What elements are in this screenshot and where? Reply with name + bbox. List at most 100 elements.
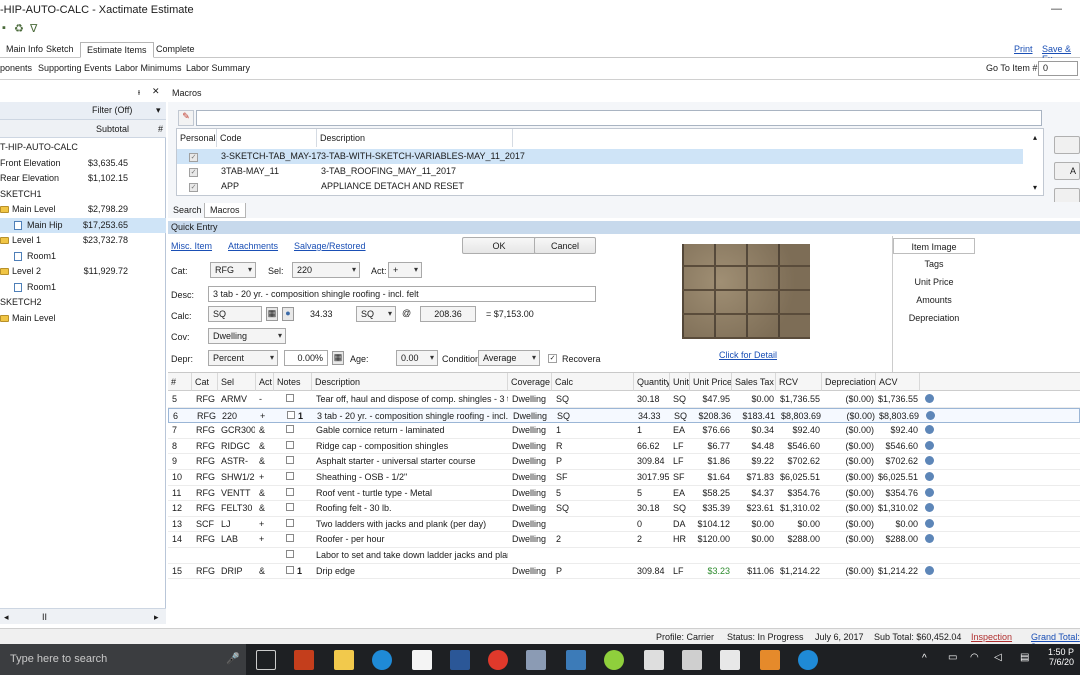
network-icon[interactable]: ▭ (948, 652, 957, 663)
col-code[interactable]: Code (217, 129, 317, 147)
tab-item-image[interactable]: Item Image (893, 238, 975, 254)
unit-price-field[interactable]: 208.36 (420, 306, 476, 322)
macro-side-button[interactable] (1054, 136, 1080, 154)
line-info-icon[interactable] (926, 410, 935, 422)
table-row[interactable]: 10 RFG SHW1/2 + Sheathing - OSB - 1/2" Dwelli… (168, 470, 1080, 486)
tab-search[interactable]: Search (168, 203, 207, 218)
powerpoint-icon[interactable] (294, 650, 314, 670)
taskbar-clock[interactable]: 1:50 P 7/6/20 (1048, 647, 1074, 667)
green-app-icon[interactable] (604, 650, 624, 670)
edge-icon[interactable] (798, 650, 818, 670)
task-view-icon[interactable] (256, 650, 276, 670)
tree-item[interactable]: Main Level (0, 311, 166, 326)
tab-macros[interactable]: Macros (204, 203, 246, 218)
tree-item[interactable]: T-HIP-AUTO-CALC (0, 140, 166, 155)
eraser-icon[interactable]: ✎ (178, 110, 194, 126)
tab-estimate-items[interactable]: Estimate Items (80, 42, 154, 58)
tree-item-selected[interactable]: Main Hip $17,253.65 (0, 218, 166, 233)
attachments-link[interactable]: Attachments (228, 241, 278, 251)
notes-icon[interactable] (286, 456, 294, 466)
xactimate-icon[interactable] (566, 650, 586, 670)
tab-depreciation[interactable]: Depreciation (893, 310, 975, 326)
notes-icon[interactable] (287, 410, 295, 421)
cancel-button[interactable]: Cancel (534, 237, 596, 254)
inspection-link[interactable]: Inspection (971, 632, 1012, 642)
line-info-icon[interactable] (925, 472, 934, 483)
line-info-icon[interactable] (925, 394, 934, 405)
col-coverage[interactable]: Coverage (508, 373, 552, 391)
table-row[interactable]: 9 RFG ASTR- & Asphalt starter - universal st… (168, 454, 1080, 470)
file-explorer-icon[interactable] (334, 650, 354, 670)
tab-unit-price[interactable]: Unit Price (893, 274, 975, 290)
unit-select[interactable]: SQ (356, 306, 396, 322)
scroll-up-icon[interactable]: ▴ (1033, 133, 1037, 142)
table-row[interactable]: Labor to set and take down ladder jacks … (168, 548, 1080, 564)
tab-tags[interactable]: Tags (893, 256, 975, 272)
line-info-icon[interactable] (925, 456, 934, 467)
photos-icon[interactable] (720, 650, 740, 670)
col-unit-price[interactable]: Unit Price (690, 373, 732, 391)
line-info-icon[interactable] (925, 518, 934, 530)
col-description[interactable]: Description (317, 129, 513, 147)
notes-icon[interactable] (286, 503, 294, 513)
col-sel[interactable]: Sel (218, 373, 256, 391)
col-unit[interactable]: Unit (670, 373, 690, 391)
tab-amounts[interactable]: Amounts (893, 292, 975, 308)
notes-icon[interactable] (286, 565, 294, 576)
scroll-down-icon[interactable]: ▾ (1033, 183, 1037, 192)
tree-filter-bar[interactable]: Filter (Off) ▾ (0, 102, 166, 120)
col-number[interactable]: # (168, 373, 192, 391)
tree-item[interactable]: Level 2 $11,929.72 (0, 264, 166, 279)
undo-icon[interactable]: ♻ (14, 22, 24, 35)
calculator-icon[interactable]: ▦ (332, 351, 344, 365)
pin-icon[interactable]: ᵻ (138, 87, 140, 97)
line-info-icon[interactable] (925, 534, 934, 545)
tree-item[interactable]: SKETCH1 (0, 187, 166, 202)
save-exit-link[interactable]: Save & Ex (1036, 42, 1080, 64)
macro-row[interactable]: ✓ 3TAB-MAY_11 3-TAB_ROOFING_MAY_11_2017 (177, 164, 1045, 179)
info-icon[interactable]: ● (282, 307, 294, 321)
orange-app-icon[interactable] (760, 650, 780, 670)
volume-icon[interactable]: ◁ (994, 652, 1002, 663)
notes-icon[interactable] (286, 487, 294, 498)
col-notes[interactable]: Notes (274, 373, 312, 391)
calculator-icon[interactable]: ▦ (266, 307, 278, 321)
table-row[interactable]: 13 SCF LJ + Two ladders with jacks and plank… (168, 517, 1080, 533)
edge-legacy-icon[interactable] (372, 650, 392, 670)
table-row[interactable]: 15 RFG DRIP & Drip edge Dwelling P 309.84 LF $3.2… (168, 564, 1080, 580)
depreciation-select[interactable]: Percent (208, 350, 278, 366)
scroll-right-icon[interactable]: ▸ (154, 612, 159, 623)
labor-summary-button[interactable]: Labor Summary (186, 63, 250, 73)
col-cat[interactable]: Cat (192, 373, 218, 391)
act-select[interactable]: + (388, 262, 422, 278)
tree-item[interactable]: Rear Elevation $1,102.15 (0, 171, 166, 186)
word-icon[interactable] (450, 650, 470, 670)
tree-item[interactable]: SKETCH2 (0, 295, 166, 310)
col-act[interactable]: Act (256, 373, 274, 391)
taskbar-search-box[interactable]: Type here to search 🎤 (0, 644, 246, 675)
wifi-icon[interactable]: ◠ (970, 652, 979, 663)
mail-icon[interactable] (644, 650, 664, 670)
notes-icon[interactable] (286, 425, 294, 435)
line-info-icon[interactable] (925, 565, 934, 577)
col-acv[interactable]: ACV (876, 373, 920, 391)
calculator-app-icon[interactable] (682, 650, 702, 670)
table-row[interactable]: 12 RFG FELT30 & Roofing felt - 30 lb. Dwellin… (168, 501, 1080, 517)
notes-icon[interactable] (286, 472, 294, 482)
keyboard-icon[interactable]: ▤ (1020, 652, 1029, 663)
col-depreciation[interactable]: Depreciation (822, 373, 876, 391)
chrome-icon[interactable] (488, 650, 508, 670)
microphone-icon[interactable]: 🎤 (226, 652, 240, 665)
table-row[interactable]: 8 RFG RIDGC & Ridge cap - composition shingl… (168, 439, 1080, 455)
labor-minimums-button[interactable]: Labor Minimums (115, 63, 182, 73)
macro-search-input[interactable] (196, 110, 1042, 126)
save-icon[interactable]: ▪ (2, 22, 6, 34)
settings-app-icon[interactable] (526, 650, 546, 670)
click-for-detail-link[interactable]: Click for Detail (719, 350, 777, 360)
components-button[interactable]: ponents (0, 63, 32, 73)
notes-icon[interactable] (286, 550, 294, 560)
tree-item[interactable]: Main Level $2,798.29 (0, 202, 166, 217)
age-select[interactable]: 0.00 (396, 350, 438, 366)
line-info-icon[interactable] (925, 440, 934, 452)
calc-field[interactable]: SQ (208, 306, 262, 322)
